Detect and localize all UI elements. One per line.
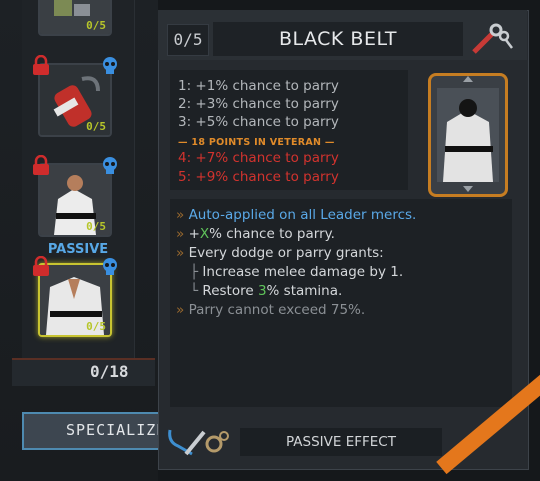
desc-melee-bonus: ├ Increase melee damage by 1. <box>190 264 404 280</box>
skill-card-count: 0/5 <box>86 120 106 133</box>
rank-1: 1: +1% chance to parry <box>178 78 339 94</box>
lock-icon <box>33 55 49 75</box>
points-counter-bar <box>12 358 155 386</box>
skull-icon <box>103 258 117 275</box>
skill-portrait <box>428 73 508 197</box>
skull-icon <box>103 57 117 74</box>
lock-icon <box>33 155 49 175</box>
tools-gears-icon <box>168 429 229 456</box>
skill-description: » Auto-applied on all Leader mercs. » +X… <box>170 199 512 407</box>
black-belt-portrait-icon <box>437 76 499 192</box>
passive-effect-label: PASSIVE EFFECT <box>286 434 396 450</box>
desc-stamina: └ Restore 3% stamina. <box>190 283 343 299</box>
desc-parry-chance: » +X% chance to parry. <box>176 226 335 242</box>
skill-title: BLACK BELT <box>278 28 398 50</box>
specialize-button-label: SPECIALIZE <box>66 421 167 439</box>
desc-dodge-parry: » Every dodge or parry grants: <box>176 245 384 261</box>
skull-icon <box>103 157 117 174</box>
wrench-key-icon <box>472 23 513 54</box>
passive-label: PASSIVE <box>47 242 109 257</box>
lock-icon <box>33 256 49 276</box>
rank-2: 2: +3% chance to parry <box>178 96 339 112</box>
rank-list: 1: +1% chance to parry 2: +3% chance to … <box>170 70 408 190</box>
rank-5: 5: +9% chance to parry <box>178 169 339 185</box>
desc-auto-applied: » Auto-applied on all Leader mercs. <box>176 207 417 223</box>
points-counter: 0/18 <box>90 362 129 381</box>
rank-4: 4: +7% chance to parry <box>178 150 339 166</box>
rank-3: 3: +5% chance to parry <box>178 114 339 130</box>
skill-rank: 0/5 <box>167 24 209 56</box>
skill-card-1[interactable]: 0/5 <box>38 0 112 36</box>
skill-card-count: 0/5 <box>86 19 106 32</box>
skill-card-count: 0/5 <box>86 320 106 333</box>
veteran-requirement: — 18 POINTS IN VETERAN — <box>178 137 335 148</box>
desc-parry-cap: » Parry cannot exceed 75%. <box>176 302 366 318</box>
skill-card-count: 0/5 <box>86 220 106 233</box>
